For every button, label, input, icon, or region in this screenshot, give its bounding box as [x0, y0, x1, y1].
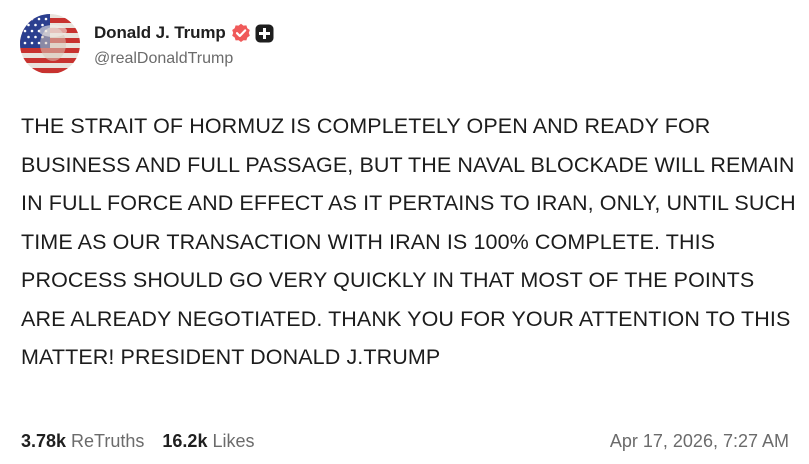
post-timestamp[interactable]: Apr 17, 2026, 7:27 AM — [610, 431, 789, 452]
retruths-stat[interactable]: 3.78k ReTruths — [21, 431, 144, 452]
truth-post: Donald J. Trump @realDonaldTrump THE STR… — [0, 0, 809, 464]
verified-badge-icon — [231, 23, 251, 43]
retruths-label: ReTruths — [71, 430, 145, 451]
post-text: THE STRAIT OF HORMUZ IS COMPLETELY OPEN … — [21, 114, 796, 369]
flag-portrait-avatar-icon — [20, 14, 80, 74]
name-row: Donald J. Trump — [94, 20, 274, 46]
post-footer: 3.78k ReTruths 16.2k Likes Apr 17, 2026,… — [21, 426, 789, 456]
truth-plus-icon — [255, 24, 274, 43]
display-name[interactable]: Donald J. Trump — [94, 23, 226, 43]
author-handle[interactable]: @realDonaldTrump — [94, 50, 274, 68]
likes-label: Likes — [212, 430, 255, 451]
author-identity: Donald J. Trump @realDonaldTrump — [94, 20, 274, 68]
post-header: Donald J. Trump @realDonaldTrump — [20, 14, 274, 74]
likes-stat[interactable]: 16.2k Likes — [162, 431, 254, 452]
avatar[interactable] — [20, 14, 80, 74]
likes-count: 16.2k — [162, 430, 208, 451]
retruths-count: 3.78k — [21, 430, 67, 451]
